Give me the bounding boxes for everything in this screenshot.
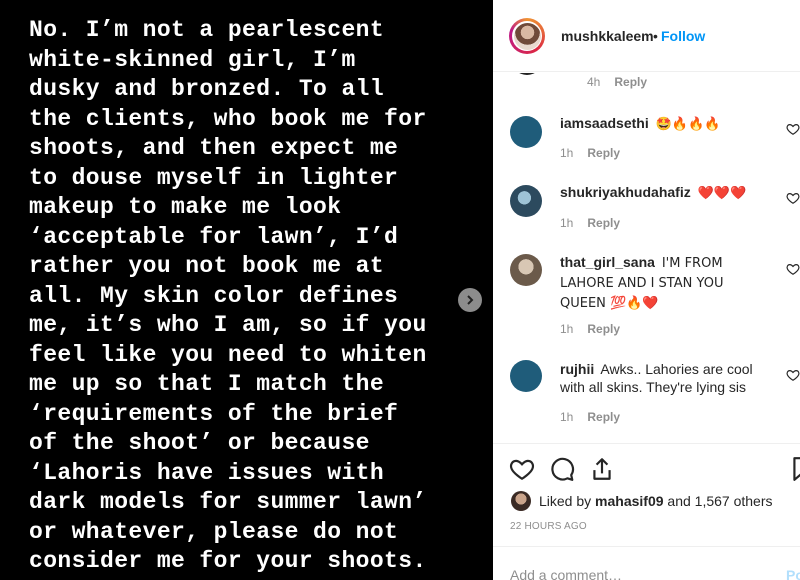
separator-dot: • bbox=[653, 28, 658, 44]
reply-button[interactable]: Reply bbox=[614, 75, 647, 89]
comment-input[interactable] bbox=[510, 567, 760, 580]
reply-button[interactable]: Reply bbox=[587, 216, 620, 230]
like-comment-heart-icon[interactable] bbox=[786, 368, 800, 382]
comment-text: iamsaadsethi 🤩🔥🔥🔥 bbox=[560, 114, 770, 134]
post-text-line: rather you not book me at bbox=[29, 253, 385, 279]
post-text-line: of the shoot’ or because bbox=[29, 430, 370, 456]
post-comment-button[interactable]: Post bbox=[786, 567, 800, 580]
avatar bbox=[511, 73, 543, 75]
post-text-line: me, it’s who I am, so if you bbox=[29, 312, 427, 338]
post-timestamp[interactable]: 22 HOURS AGO bbox=[510, 521, 587, 532]
reply-button[interactable]: Reply bbox=[587, 322, 620, 336]
comment-text: that_girl_sana I'M FROM LAHORE AND I STA… bbox=[560, 253, 770, 313]
post-text-line: the clients, who book me for bbox=[29, 105, 427, 132]
author-username[interactable]: mushkkaleem bbox=[561, 28, 654, 44]
chevron-right-icon bbox=[467, 295, 474, 305]
commenter-avatar[interactable] bbox=[510, 116, 542, 148]
post-actions bbox=[493, 443, 800, 493]
like-comment-heart-icon[interactable] bbox=[786, 122, 800, 136]
comment-icon[interactable] bbox=[549, 456, 575, 482]
comment-time: 1h bbox=[560, 216, 574, 230]
post-text-line: me up so that I match the bbox=[29, 371, 385, 397]
commenter-avatar[interactable] bbox=[510, 254, 542, 286]
post-text-line: white-skinned girl, I’m bbox=[29, 46, 356, 73]
follow-button[interactable]: Follow bbox=[661, 28, 705, 44]
comments-list[interactable]: 4h Reply iamsaadsethi 🤩🔥🔥🔥 1h Reply shukri… bbox=[493, 73, 800, 443]
bookmark-icon[interactable] bbox=[789, 456, 800, 482]
avatar[interactable] bbox=[511, 491, 531, 511]
comment-time: 1h bbox=[560, 146, 574, 160]
comment-time: 1h bbox=[560, 410, 574, 424]
comment-meta: 1h Reply bbox=[560, 410, 620, 424]
commenter-avatar[interactable] bbox=[510, 360, 542, 392]
post-text-line: shoots, and then expect me bbox=[29, 135, 399, 161]
share-icon[interactable] bbox=[589, 456, 615, 482]
post-text-line: or whatever, please do not bbox=[29, 518, 399, 545]
like-comment-heart-icon[interactable] bbox=[786, 191, 800, 205]
comment-username[interactable]: rujhii bbox=[560, 361, 594, 377]
post-text-line: all. My skin color defines bbox=[29, 282, 399, 309]
comment-meta: 1h Reply bbox=[560, 216, 620, 230]
post-header: mushkkaleem • Follow bbox=[493, 0, 800, 72]
post-text-line: ‘Lahoris have issues with bbox=[29, 459, 385, 486]
comment-text: shukriyakhudahafiz ❤️❤️❤️ bbox=[560, 183, 770, 203]
commenter-avatar[interactable] bbox=[510, 185, 542, 217]
reply-button[interactable]: Reply bbox=[587, 146, 620, 160]
like-comment-heart-icon[interactable] bbox=[786, 262, 800, 276]
post-text-line: to douse myself in lighter bbox=[29, 164, 399, 191]
likes-count[interactable]: and 1,567 others bbox=[667, 493, 772, 509]
post-text-line: dusky and bronzed. To all bbox=[29, 76, 385, 102]
comment-meta: 1h Reply bbox=[560, 146, 620, 160]
comment-username[interactable]: iamsaadsethi bbox=[560, 115, 649, 131]
post-image: No. I’m not a pearlescent white-skinned g… bbox=[0, 0, 493, 580]
next-slide-button[interactable] bbox=[458, 288, 482, 312]
post-text-line: No. I’m not a pearlescent bbox=[29, 17, 385, 43]
comment-meta: 1h Reply bbox=[560, 322, 620, 336]
heart-icon[interactable] bbox=[509, 456, 535, 482]
likes-summary: Liked by mahasif09 and 1,567 others bbox=[511, 489, 773, 513]
comment-username[interactable]: shukriyakhudahafiz bbox=[560, 184, 691, 200]
post-text-line: consider me for your shoots. bbox=[29, 548, 427, 574]
post-text-line: ’ bbox=[29, 577, 489, 580]
post-text-line: dark models for summer lawn’ bbox=[29, 489, 427, 515]
add-comment-bar: Post bbox=[493, 546, 800, 580]
comment-time: 4h bbox=[587, 75, 601, 89]
post-text-line: ‘requirements of the brief bbox=[29, 400, 399, 427]
comment-username[interactable]: that_girl_sana bbox=[560, 254, 655, 270]
comment-meta: 4h Reply bbox=[587, 75, 647, 89]
post-text-line: feel like you need to whiten bbox=[29, 341, 427, 368]
post-sidebar: mushkkaleem • Follow 4h Reply iamsaadseth… bbox=[493, 0, 800, 580]
comment-text: rujhii Awks.. Lahories are cool with all… bbox=[560, 360, 770, 396]
comment-time: 1h bbox=[560, 322, 574, 336]
likes-text: Liked by mahasif09 and 1,567 others bbox=[539, 493, 773, 509]
comment-body: 🤩🔥🔥🔥 bbox=[655, 117, 721, 132]
author-avatar[interactable] bbox=[509, 18, 545, 54]
reply-button[interactable]: Reply bbox=[587, 410, 620, 424]
post-image-text: No. I’m not a pearlescent white-skinned g… bbox=[29, 16, 489, 580]
post-text-line: makeup to make me look bbox=[29, 194, 342, 220]
post-text-line: ‘acceptable for lawn’, I’d bbox=[29, 223, 399, 250]
liker-username[interactable]: mahasif09 bbox=[595, 493, 663, 509]
comment-body: ❤️❤️❤️ bbox=[697, 186, 747, 201]
likes-prefix: Liked by bbox=[539, 493, 592, 509]
